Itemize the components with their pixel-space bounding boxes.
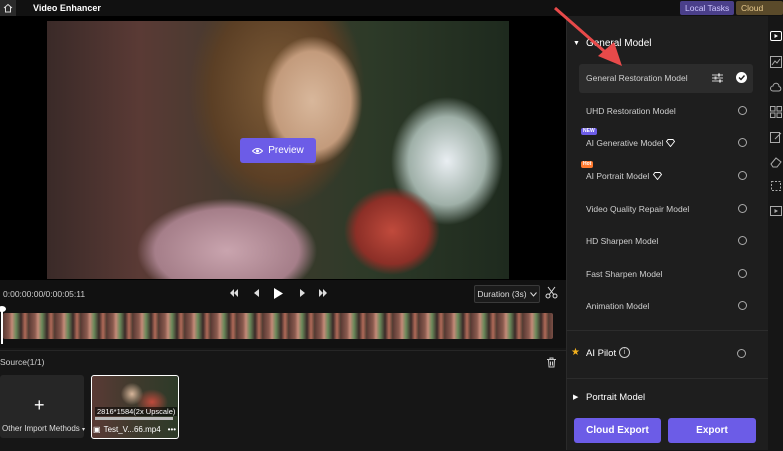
video-enhancer-tool[interactable] — [770, 30, 782, 42]
timeline-filmstrip[interactable] — [3, 313, 553, 339]
portrait-model-title: Portrait Model — [586, 392, 646, 403]
model-label: HD Sharpen Model — [586, 236, 659, 246]
home-icon — [3, 3, 13, 13]
portrait-model-header[interactable]: ▶ Portrait Model — [566, 390, 768, 408]
annotation-arrow — [554, 6, 622, 66]
settings-sliders-icon[interactable] — [712, 73, 723, 83]
crop-tool[interactable] — [770, 180, 782, 192]
skip-end-button[interactable] — [317, 287, 329, 299]
clip-name-row: ▣ Test_V...66.mp4 ••• — [93, 425, 176, 434]
play-button[interactable] — [272, 287, 284, 299]
radio-button[interactable] — [738, 236, 747, 245]
export-button[interactable]: Export — [668, 418, 756, 443]
next-frame-button[interactable] — [296, 287, 308, 299]
edit-icon — [770, 132, 782, 143]
new-badge: NEW — [581, 128, 597, 135]
timecode: 0:00:00:00/0:00:05:11 — [3, 289, 86, 299]
caret-right-icon: ▶ — [573, 394, 579, 401]
chevron-down-icon — [529, 291, 537, 297]
film-icon: ▣ — [93, 425, 101, 434]
trash-icon — [547, 357, 556, 368]
prev-frame-button[interactable] — [250, 287, 262, 299]
next-frame-icon — [299, 289, 305, 297]
skip-start-icon — [230, 289, 238, 297]
hot-badge: Hot — [581, 161, 594, 168]
model-label: Fast Sharpen Model — [586, 269, 663, 279]
radio-button[interactable] — [738, 204, 747, 213]
grid-tool[interactable] — [770, 106, 782, 118]
cloud-export-button[interactable]: Cloud Export — [574, 418, 661, 443]
model-video-quality-repair[interactable]: Video Quality Repair Model — [579, 195, 753, 224]
video-tool[interactable] — [770, 205, 782, 217]
local-tasks-button[interactable]: Local Tasks — [680, 1, 735, 15]
image-enhance-icon — [770, 56, 782, 68]
diamond-icon — [653, 172, 662, 180]
plus-icon: + — [34, 395, 45, 415]
eraser-tool[interactable] — [770, 156, 782, 168]
radio-button[interactable] — [738, 171, 747, 180]
divider — [566, 378, 768, 379]
cloud-icon — [770, 82, 782, 92]
radio-button[interactable] — [738, 106, 747, 115]
ai-pilot-label: AI Pilot — [586, 348, 617, 359]
scissors-button[interactable] — [545, 286, 558, 299]
import-label: Other Import Methods — [2, 424, 80, 433]
source-label: Source(1/1) — [0, 357, 45, 367]
app-title: Video Enhancer — [33, 3, 101, 13]
divider — [566, 330, 768, 331]
model-label: AI Portrait Model — [586, 171, 650, 181]
model-label: Video Quality Repair Model — [586, 204, 690, 214]
model-hd-sharpen[interactable]: HD Sharpen Model — [579, 227, 753, 256]
skip-start-button[interactable] — [228, 287, 240, 299]
scissors-icon — [545, 286, 558, 299]
playhead[interactable] — [1, 308, 3, 344]
delete-button[interactable] — [546, 357, 557, 368]
cloud-tool[interactable] — [770, 82, 782, 94]
preview-button-label: Preview — [268, 145, 304, 156]
play-icon — [274, 287, 283, 299]
check-icon[interactable] — [736, 72, 747, 83]
home-button[interactable] — [0, 0, 16, 16]
eye-icon — [252, 147, 264, 154]
clip-progress-bar — [95, 417, 173, 420]
enhance-tool[interactable] — [770, 56, 782, 68]
ai-pilot-row[interactable]: ★ AI Pilot i — [566, 337, 768, 369]
title-bar — [0, 0, 783, 16]
radio-button[interactable] — [738, 269, 747, 278]
info-icon[interactable]: i — [619, 347, 630, 358]
crop-icon — [771, 181, 781, 191]
model-fast-sharpen[interactable]: Fast Sharpen Model — [579, 260, 753, 289]
cloud-task-button[interactable]: Cloud Task — [736, 1, 783, 27]
model-label: UHD Restoration Model — [586, 106, 676, 116]
radio-button[interactable] — [737, 349, 746, 358]
duration-dropdown[interactable]: Duration (3s) — [474, 285, 540, 303]
duration-label: Duration (3s) — [477, 289, 527, 299]
clip-resolution: 2816*1584(2x Upscale) — [95, 407, 178, 416]
model-ai-generative[interactable]: NEW AI Generative Model — [579, 128, 753, 158]
chevron-down-icon: ▾ — [82, 427, 86, 433]
video-play-icon — [770, 31, 782, 41]
eraser-icon — [770, 157, 782, 168]
preview-button[interactable]: Preview — [240, 138, 316, 163]
model-label: Animation Model — [586, 301, 650, 311]
more-icon[interactable]: ••• — [168, 425, 176, 434]
model-uhd-restoration[interactable]: UHD Restoration Model — [579, 97, 753, 126]
model-animation[interactable]: Animation Model — [579, 292, 753, 321]
prev-frame-icon — [253, 289, 259, 297]
radio-button[interactable] — [738, 138, 747, 147]
skip-end-icon — [319, 289, 327, 297]
star-icon: ★ — [571, 347, 580, 358]
edit-tool[interactable] — [770, 131, 782, 143]
video-icon — [770, 206, 782, 216]
source-panel — [0, 350, 566, 451]
import-methods-dropdown[interactable]: Other Import Methods ▾ — [2, 424, 85, 433]
model-label: AI Generative Model — [586, 138, 664, 148]
clip-name: Test_V...66.mp4 — [103, 425, 161, 434]
radio-button[interactable] — [738, 301, 747, 310]
diamond-icon — [666, 139, 675, 147]
grid-icon — [770, 106, 782, 118]
model-ai-portrait[interactable]: Hot AI Portrait Model — [579, 161, 753, 191]
